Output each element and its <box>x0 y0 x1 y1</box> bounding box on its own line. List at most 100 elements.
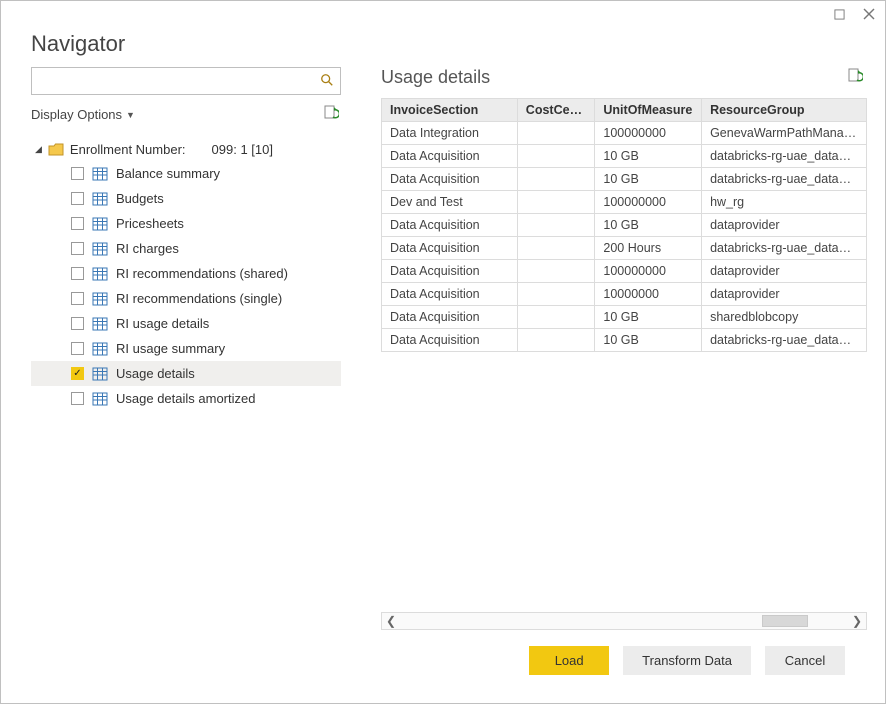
cell: dataprovider <box>702 214 867 237</box>
scroll-right-icon[interactable]: ❯ <box>852 614 862 628</box>
preview-grid-wrapper: InvoiceSectionCostCenterUnitOfMeasureRes… <box>381 98 867 612</box>
tree-item-label: Pricesheets <box>116 216 184 231</box>
table-icon <box>92 192 108 206</box>
column-header[interactable]: ResourceGroup <box>702 99 867 122</box>
cell: dataprovider <box>702 260 867 283</box>
cell: 10 GB <box>595 329 702 352</box>
cell: databricks-rg-uae_databricks- <box>702 168 867 191</box>
tree-item-label: RI recommendations (single) <box>116 291 282 306</box>
tree-item[interactable]: RI charges <box>31 236 341 261</box>
checkbox[interactable] <box>71 342 84 355</box>
cell: hw_rg <box>702 191 867 214</box>
tree-item[interactable]: RI usage summary <box>31 336 341 361</box>
column-header[interactable]: InvoiceSection <box>382 99 518 122</box>
table-row[interactable]: Data Acquisition10 GBdatabricks-rg-uae_d… <box>382 168 867 191</box>
display-options-row: Display Options ▼ <box>31 105 341 124</box>
cell: GenevaWarmPathManageRG <box>702 122 867 145</box>
cell <box>517 329 595 352</box>
checkbox[interactable] <box>71 267 84 280</box>
checkbox[interactable] <box>71 317 84 330</box>
tree-item[interactable]: RI recommendations (shared) <box>31 261 341 286</box>
checkbox[interactable] <box>71 192 84 205</box>
table-icon <box>92 317 108 331</box>
table-icon <box>92 292 108 306</box>
table-icon <box>92 217 108 231</box>
cell: databricks-rg-uae_databricks- <box>702 145 867 168</box>
cell <box>517 214 595 237</box>
checkbox[interactable] <box>71 392 84 405</box>
cell <box>517 191 595 214</box>
tree-item[interactable]: Usage details <box>31 361 341 386</box>
tree-item[interactable]: Budgets <box>31 186 341 211</box>
dialog-title: Navigator <box>31 31 855 57</box>
cell: 100000000 <box>595 122 702 145</box>
search-input[interactable] <box>38 73 320 90</box>
window-titlebar <box>1 1 885 27</box>
expand-toggle-icon[interactable]: ◢ <box>35 144 42 155</box>
checkbox[interactable] <box>71 167 84 180</box>
window-restore-icon[interactable] <box>833 8 845 20</box>
checkbox[interactable] <box>71 367 84 380</box>
checkbox[interactable] <box>71 217 84 230</box>
cell <box>517 237 595 260</box>
table-row[interactable]: Dev and Test100000000hw_rg <box>382 191 867 214</box>
scroll-left-icon[interactable]: ❮ <box>386 614 396 628</box>
window-close-icon[interactable] <box>863 8 875 20</box>
cell: sharedblobcopy <box>702 306 867 329</box>
table-row[interactable]: Data Acquisition100000000dataprovider <box>382 260 867 283</box>
table-icon <box>92 392 108 406</box>
preview-title: Usage details <box>381 67 490 88</box>
table-row[interactable]: Data Acquisition10 GBdatabricks-rg-uae_d… <box>382 145 867 168</box>
cell: Data Acquisition <box>382 237 518 260</box>
scroll-thumb[interactable] <box>762 615 808 627</box>
preview-pane: Usage details InvoiceSectionCostCenterUn… <box>381 67 867 693</box>
table-row[interactable]: Data Integration100000000GenevaWarmPathM… <box>382 122 867 145</box>
cell: Data Acquisition <box>382 168 518 191</box>
tree-item-label: RI usage details <box>116 316 209 331</box>
tree-item[interactable]: Pricesheets <box>31 211 341 236</box>
cell <box>517 306 595 329</box>
column-header[interactable]: UnitOfMeasure <box>595 99 702 122</box>
grid-header-row: InvoiceSectionCostCenterUnitOfMeasureRes… <box>382 99 867 122</box>
table-row[interactable]: Data Acquisition10 GBdatabricks-rg-uae_d… <box>382 329 867 352</box>
column-header[interactable]: CostCenter <box>517 99 595 122</box>
tree-item-label: Usage details <box>116 366 195 381</box>
tree-item[interactable]: Usage details amortized <box>31 386 341 411</box>
table-row[interactable]: Data Acquisition10000000dataprovider <box>382 283 867 306</box>
tree-item-label: RI charges <box>116 241 179 256</box>
tree-root-label: Enrollment Number: <box>70 142 186 157</box>
tree-item[interactable]: Balance summary <box>31 161 341 186</box>
refresh-preview-icon[interactable] <box>847 68 863 87</box>
transform-data-button[interactable]: Transform Data <box>623 646 751 675</box>
table-row[interactable]: Data Acquisition200 Hoursdatabricks-rg-u… <box>382 237 867 260</box>
cell: Data Acquisition <box>382 283 518 306</box>
checkbox[interactable] <box>71 242 84 255</box>
table-row[interactable]: Data Acquisition10 GBdataprovider <box>382 214 867 237</box>
scroll-track[interactable] <box>400 613 848 629</box>
tree-item[interactable]: RI usage details <box>31 311 341 336</box>
display-options-dropdown[interactable]: Display Options ▼ <box>31 107 135 122</box>
dialog-footer: Load Transform Data Cancel <box>381 630 867 693</box>
tree-root-node[interactable]: ◢ Enrollment Number: 099: 1 [10] <box>31 138 341 161</box>
table-icon <box>92 167 108 181</box>
table-row[interactable]: Data Acquisition10 GBsharedblobcopy <box>382 306 867 329</box>
table-icon <box>92 342 108 356</box>
cell: 100000000 <box>595 191 702 214</box>
tree-item[interactable]: RI recommendations (single) <box>31 286 341 311</box>
cell: dataprovider <box>702 283 867 306</box>
search-icon[interactable] <box>320 73 334 90</box>
dialog-header: Navigator <box>1 27 885 67</box>
tree-item-label: Usage details amortized <box>116 391 255 406</box>
cancel-button[interactable]: Cancel <box>765 646 845 675</box>
preview-grid: InvoiceSectionCostCenterUnitOfMeasureRes… <box>381 98 867 352</box>
cell: 200 Hours <box>595 237 702 260</box>
cell: 100000000 <box>595 260 702 283</box>
refresh-tree-icon[interactable] <box>323 105 339 124</box>
load-button[interactable]: Load <box>529 646 609 675</box>
cell: Data Acquisition <box>382 145 518 168</box>
navigator-window: Navigator Display Options ▼ <box>0 0 886 704</box>
checkbox[interactable] <box>71 292 84 305</box>
search-box[interactable] <box>31 67 341 95</box>
horizontal-scrollbar[interactable]: ❮ ❯ <box>381 612 867 630</box>
cell: databricks-rg-uae_databricks- <box>702 329 867 352</box>
